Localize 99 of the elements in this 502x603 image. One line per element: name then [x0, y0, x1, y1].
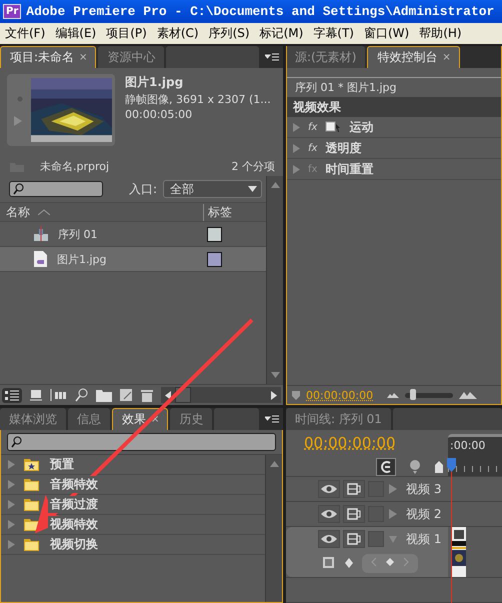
clip-name: 图片1.jpg [125, 74, 184, 91]
track-header[interactable]: 视频 3 [286, 477, 448, 501]
search-icon [11, 436, 22, 448]
search-field[interactable] [7, 433, 276, 451]
panel-tab[interactable]: 项目:未命名 × [0, 46, 96, 68]
entry-dropdown[interactable]: 全部 [163, 180, 262, 198]
menu-item[interactable]: 窗口(W) [364, 25, 410, 42]
folder-name: 音频过渡 [48, 496, 100, 513]
playhead-handle[interactable] [447, 458, 456, 472]
effect-row[interactable]: fx 运动 [287, 117, 501, 138]
item-name: 序列 01 [58, 226, 98, 242]
snap-icon[interactable] [376, 458, 396, 476]
keyframe-arrows-icon[interactable] [370, 556, 410, 566]
search-icon[interactable] [75, 388, 89, 402]
effect-name: 时间重置 [325, 160, 374, 178]
app-icon: Pr [3, 4, 22, 19]
clip-info: 静帧图像, 3691 x 2307 (1... [125, 92, 271, 107]
zoom-in-icon[interactable] [459, 391, 478, 399]
marker-icon[interactable] [292, 390, 300, 400]
folder-name: 预置 [48, 456, 76, 473]
menu-item[interactable]: 字幕(T) [313, 25, 354, 42]
scroll-bar[interactable] [266, 176, 283, 384]
preset-folder-icon [24, 458, 39, 470]
sequence-icon [34, 226, 48, 242]
entry-label: 入口: [129, 180, 158, 198]
item-name: 图片1.jpg [57, 252, 108, 266]
fx-toggle[interactable]: fx [308, 122, 318, 132]
effect-folder[interactable]: 视频切换 [1, 535, 265, 555]
label-color-swatch[interactable] [207, 226, 222, 242]
menu-item[interactable]: 序列(S) [208, 25, 250, 42]
keyframe-navigator[interactable] [362, 554, 418, 572]
clip-duration: 00:00:05:00 [125, 108, 194, 121]
display-style-icon[interactable] [322, 556, 336, 570]
panel-tab[interactable]: 时间线: 序列 01 [286, 408, 391, 430]
ruler-time: :00:00 [450, 439, 486, 452]
search-icon [13, 183, 24, 195]
window-title: Adobe Premiere Pro - C:\Documents and Settings\Administrator [26, 4, 494, 19]
trash-icon[interactable] [140, 388, 154, 402]
project-item[interactable]: 图片1.jpg [0, 247, 266, 272]
image-file-icon [34, 251, 47, 267]
folder-icon [24, 518, 39, 530]
keyframe-icon[interactable] [344, 557, 354, 569]
menu-item[interactable]: 标记(M) [260, 25, 304, 42]
folder-icon [24, 498, 39, 510]
panel-tab[interactable]: 信息 [68, 408, 110, 430]
panel-tab[interactable]: 资源中心 [98, 46, 164, 68]
eye-icon[interactable] [318, 530, 340, 548]
caret-icon [248, 186, 257, 192]
horizontal-scroll-bar[interactable] [161, 387, 281, 403]
icon-view-icon[interactable] [29, 388, 43, 402]
track-header[interactable]: 视频 2 [286, 502, 448, 526]
folder-name: 视频特效 [48, 516, 100, 533]
list-view-icon[interactable] [2, 388, 22, 402]
panel-tab[interactable]: 源:(无素材) [287, 46, 366, 68]
panel-tab[interactable]: 特效控制台 × [367, 46, 460, 68]
track-name: 视频 1 [406, 530, 442, 548]
track-header[interactable]: 视频 1 [286, 527, 448, 577]
fx-toggle[interactable]: fx [308, 142, 318, 154]
folder-name: 视频切换 [48, 536, 100, 553]
effect-folder[interactable]: 音频特效 [1, 475, 265, 495]
label-color-swatch[interactable] [207, 252, 222, 266]
marker-icon[interactable] [408, 459, 422, 475]
automate-icon[interactable] [50, 388, 68, 402]
panel-tab[interactable]: 媒体浏览 [0, 408, 66, 430]
folder-name: 音频特效 [48, 476, 100, 493]
panel-menu-icon[interactable] [265, 53, 279, 61]
effect-name: 透明度 [325, 140, 362, 156]
folder-icon [24, 478, 39, 490]
panel-tab[interactable]: 历史 [170, 408, 212, 430]
menu-item[interactable]: 项目(P) [106, 25, 147, 42]
search-field[interactable] [9, 181, 103, 197]
project-file-name: 未命名.prproj [40, 158, 110, 174]
clip-label: 序列 01 * 图片1.jpg [294, 80, 398, 96]
timecode[interactable]: 00:00:00:00 [304, 434, 448, 452]
effect-row[interactable]: fx 透明度 [287, 138, 501, 159]
menu-item[interactable]: 素材(C) [156, 25, 199, 42]
item-count: 2 个分项 [232, 158, 275, 174]
new-item-icon[interactable] [119, 388, 133, 402]
track-name: 视频 2 [406, 506, 442, 522]
column-header[interactable]: 名称 [6, 204, 30, 220]
menu-item[interactable]: 帮助(H) [419, 25, 462, 42]
timecode[interactable]: 00:00:00:00 [306, 388, 374, 402]
folder-icon [24, 538, 39, 550]
track-name: 视频 3 [406, 480, 442, 498]
scroll-bar[interactable] [265, 455, 282, 602]
sort-icon [38, 209, 50, 215]
zoom-out-icon[interactable] [387, 392, 400, 398]
transform-icon[interactable] [325, 121, 342, 133]
panel-menu-icon[interactable] [265, 415, 279, 423]
menu-item[interactable]: 编辑(E) [55, 25, 96, 42]
folder-icon[interactable] [96, 388, 112, 402]
toggle-box[interactable] [368, 531, 384, 547]
keyframe-marker-icon[interactable] [434, 461, 444, 473]
effect-name: 运动 [349, 118, 374, 136]
time-ruler[interactable]: :00:00 [448, 434, 502, 476]
menu-item[interactable]: 文件(F) [5, 25, 46, 42]
eye-icon[interactable] [318, 505, 340, 523]
eye-icon[interactable] [318, 480, 340, 498]
section-header: 视频效果 [287, 97, 501, 117]
